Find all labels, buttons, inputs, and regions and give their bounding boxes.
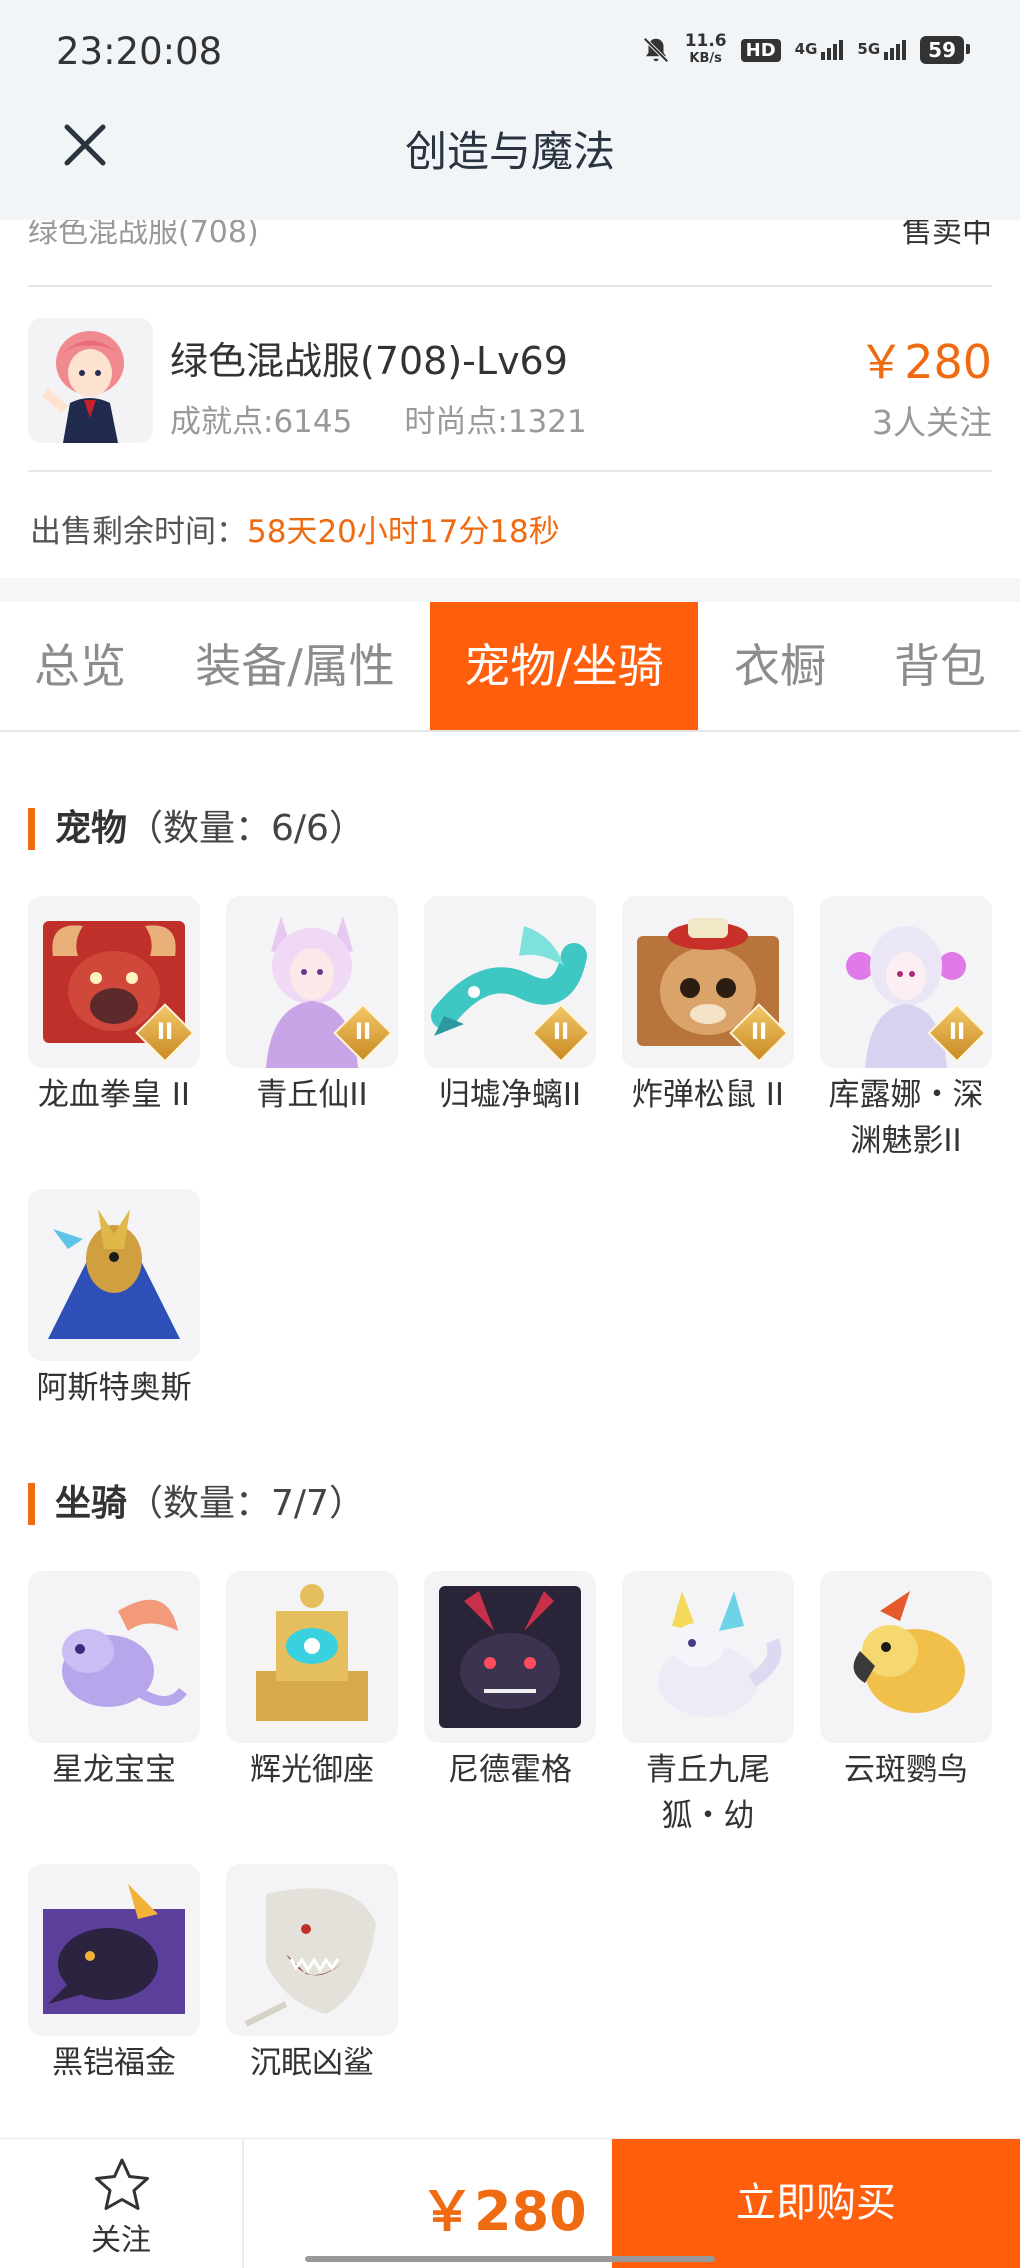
pet-image: II [424, 896, 596, 1068]
tier-badge-label: II [354, 1020, 372, 1045]
page-title: 创造与魔法 [404, 127, 615, 176]
timer-value: 58天20小时17分18秒 [247, 514, 560, 550]
pet-name: 阿斯特奥斯 [36, 1370, 192, 1406]
pet-item[interactable]: II 炸弹松鼠 II [622, 896, 794, 1118]
bottom-bar: 关注 ￥280 立即购买 [0, 2138, 1020, 2268]
mount-name: 青丘九尾狐・幼 [646, 1752, 770, 1834]
mount-item[interactable]: 辉光御座 [226, 1571, 398, 1793]
mounts-section-title: 坐骑（数量：7/7） [28, 1483, 365, 1525]
product-price: ￥280 [858, 335, 992, 389]
tab-pets-mounts[interactable]: 宠物/坐骑 [430, 602, 698, 730]
network-speed: 11.6 KB/s [685, 32, 727, 68]
mount-item[interactable]: 黑铠福金 [28, 1864, 200, 2086]
pet-image: II [820, 896, 992, 1068]
mount-item[interactable]: 云斑鹦鸟 [820, 1571, 992, 1793]
achievement-points: 成就点:6145 [170, 404, 353, 440]
pets-section-title: 宠物（数量：6/6） [28, 808, 365, 850]
pet-name: 库露娜・深渊魅影II [828, 1077, 984, 1159]
bottom-price: ￥280 [420, 2180, 587, 2243]
timer-label: 出售剩余时间： [30, 514, 247, 550]
mount-image [226, 1864, 398, 2036]
fashion-points: 时尚点:1321 [404, 404, 587, 440]
mounts-count: （数量：7/7） [127, 1483, 365, 1524]
status-icons: 11.6 KB/s HD 4G 5G 59 [641, 32, 970, 68]
pet-name: 青丘仙II [256, 1077, 368, 1113]
pet-image: II [28, 896, 200, 1068]
buy-now-button[interactable]: 立即购买 [612, 2139, 1020, 2268]
mute-icon [643, 37, 669, 63]
mounts-title: 坐骑 [55, 1483, 128, 1524]
tab-equipment[interactable]: 装备/属性 [180, 602, 410, 730]
tab-bar: 总览 装备/属性 宠物/坐骑 衣橱 背包 [0, 602, 1020, 732]
follower-count: 3人关注 [872, 403, 992, 442]
mount-item[interactable]: 尼德霍格 [424, 1571, 596, 1793]
mount-name: 尼德霍格 [448, 1752, 572, 1788]
signal-5g-icon: 5G [857, 40, 907, 60]
pet-item[interactable]: II 归墟净螭II [424, 896, 596, 1118]
mount-image [424, 1571, 596, 1743]
follow-button[interactable]: 关注 [0, 2139, 244, 2268]
tab-backpack[interactable]: 背包 [870, 602, 1010, 730]
battery-icon: 59 [920, 36, 970, 64]
hd-icon: HD [740, 38, 781, 62]
pet-item[interactable]: II 青丘仙II [226, 896, 398, 1118]
pet-name: 炸弹松鼠 II [631, 1077, 785, 1113]
follow-label: 关注 [91, 2223, 151, 2258]
net-4g-label: 4G [794, 40, 818, 58]
mount-name: 黑铠福金 [52, 2045, 176, 2081]
mount-image [28, 1571, 200, 1743]
sale-timer: 出售剩余时间：58天20小时17分18秒 [30, 506, 560, 551]
pet-item[interactable]: 阿斯特奥斯 [28, 1189, 200, 1411]
pets-count: （数量：6/6） [127, 808, 365, 849]
product-thumbnail [28, 318, 153, 443]
tab-overview[interactable]: 总览 [0, 602, 160, 730]
mount-image [28, 1864, 200, 2036]
pet-image [28, 1189, 200, 1361]
tier-badge-label: II [948, 1020, 966, 1045]
product-stats: 成就点:6145 时尚点:1321 [170, 396, 587, 441]
speed-value: 11.6 [684, 31, 727, 51]
pet-name: 龙血拳皇 II [37, 1077, 191, 1113]
pet-image: II [226, 896, 398, 1068]
mount-image [622, 1571, 794, 1743]
top-bar: 23:20:08 11.6 KB/s HD 4G 5G 59 创造与魔法 [0, 0, 1020, 220]
pet-item[interactable]: II 龙血拳皇 II [28, 896, 200, 1118]
mount-name: 沉眠凶鲨 [250, 2045, 374, 2081]
mount-image [226, 1571, 398, 1743]
tier-badge-label: II [552, 1020, 570, 1045]
signal-4g-icon: 4G [795, 40, 844, 60]
section-divider [0, 578, 1020, 602]
speed-unit: KB/s [689, 51, 722, 66]
net-5g-label: 5G [857, 40, 881, 58]
mount-name: 辉光御座 [250, 1752, 374, 1788]
mount-item[interactable]: 星龙宝宝 [28, 1571, 200, 1793]
mount-name: 云斑鹦鸟 [844, 1752, 968, 1788]
status-time: 23:20:08 [56, 30, 223, 73]
home-indicator[interactable] [305, 2256, 715, 2262]
pets-title: 宠物 [55, 808, 128, 849]
mount-item[interactable]: 沉眠凶鲨 [226, 1864, 398, 2086]
star-icon [95, 2158, 149, 2210]
tier-badge-label: II [156, 1020, 174, 1045]
pet-item[interactable]: II 库露娜・深渊魅影II [820, 896, 992, 1164]
tier-badge-label: II [750, 1020, 768, 1045]
mount-name: 星龙宝宝 [52, 1752, 176, 1788]
pet-image: II [622, 896, 794, 1068]
mount-image [820, 1571, 992, 1743]
product-card[interactable]: 绿色混战服(708)-Lv69 成就点:6145 时尚点:1321 ￥280 3人… [28, 290, 992, 472]
product-name: 绿色混战服(708)-Lv69 [170, 339, 568, 383]
pet-name: 归墟净螭II [438, 1077, 582, 1113]
tab-wardrobe[interactable]: 衣橱 [710, 602, 850, 730]
mount-item[interactable]: 青丘九尾狐・幼 [622, 1571, 794, 1839]
